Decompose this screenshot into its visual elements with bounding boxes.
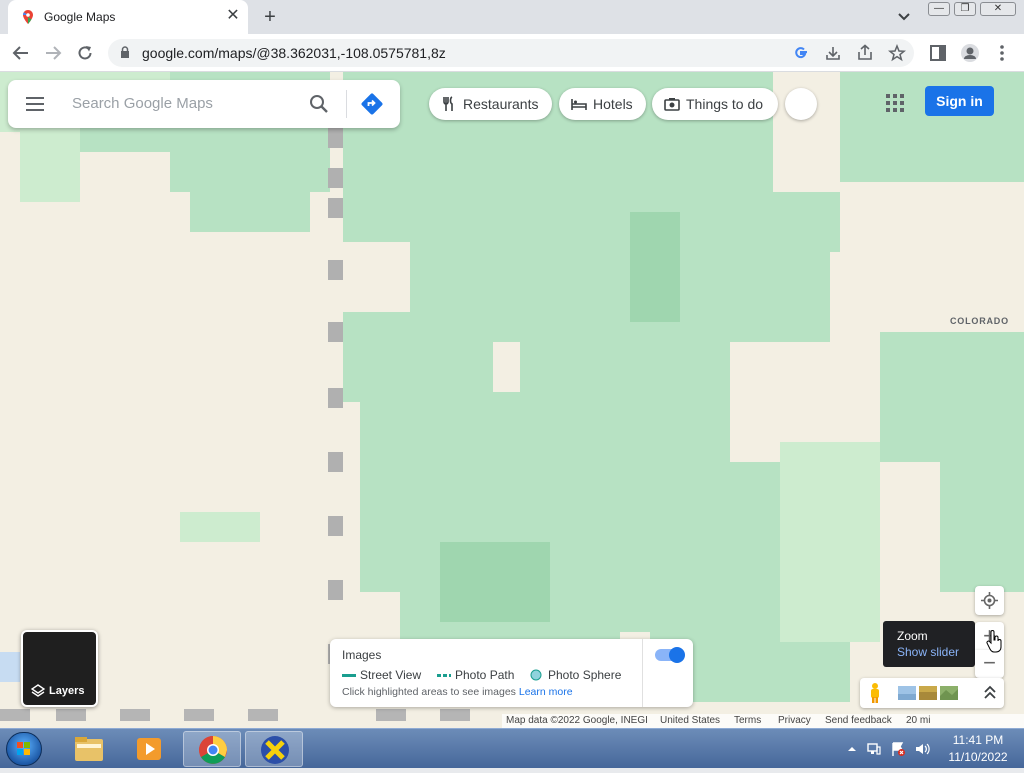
layers-button[interactable]: Layers — [21, 630, 98, 707]
bookmark-star-icon[interactable] — [888, 44, 906, 62]
map-bottom-controls — [860, 678, 1004, 708]
sign-in-button[interactable]: Sign in — [925, 86, 994, 116]
chip-things-to-do[interactable]: Things to do — [652, 88, 778, 120]
url-text: google.com/maps/@38.362031,-108.0575781,… — [142, 45, 446, 61]
browser-tab[interactable]: Google Maps ✕ — [8, 0, 248, 34]
images-hint: Click highlighted areas to see images Le… — [342, 686, 573, 698]
google-maps-favicon-icon — [23, 10, 33, 24]
zoom-tooltip: Zoom Show slider — [883, 621, 981, 667]
side-panel-icon[interactable] — [928, 43, 948, 63]
window-minimize-button[interactable]: — — [928, 2, 950, 16]
imagery-thumbnail-icon[interactable] — [919, 686, 937, 700]
chip-label: Restaurants — [463, 96, 539, 112]
sphere-dot-icon — [530, 669, 542, 681]
search-input[interactable]: Search Google Maps — [72, 95, 213, 112]
tab-search-chevron-icon[interactable] — [894, 8, 914, 26]
solid-line-icon — [342, 674, 356, 677]
imagery-thumbnail-icon[interactable] — [898, 686, 916, 700]
google-lens-icon[interactable] — [792, 44, 810, 62]
images-legend-panel: Images Street View Photo Path Photo Sphe… — [330, 639, 693, 707]
taskbar-media-player[interactable] — [120, 731, 178, 767]
country-link[interactable]: United States — [660, 715, 720, 726]
forward-button[interactable] — [40, 41, 66, 65]
hand-cursor-icon — [986, 630, 1002, 653]
taskbar-file-explorer[interactable] — [60, 731, 118, 767]
layers-icon — [31, 684, 45, 697]
chip-label: Hotels — [593, 96, 633, 112]
chrome-icon — [199, 736, 227, 764]
tray-expand-icon[interactable] — [844, 741, 860, 757]
lock-icon — [121, 46, 129, 58]
camera-icon — [664, 98, 680, 111]
windows-logo-icon — [17, 742, 30, 755]
images-toggle[interactable] — [655, 647, 685, 663]
taskbar-app-x[interactable] — [245, 731, 303, 767]
hamburger-menu-icon[interactable] — [24, 94, 46, 114]
map-attribution: Map data ©2022 Google, INEGI United Stat… — [502, 714, 1024, 728]
new-tab-button[interactable]: + — [258, 5, 282, 29]
x-app-icon — [261, 736, 289, 764]
map-state-label: COLORADO — [950, 316, 1009, 326]
expand-chevron-icon[interactable] — [982, 684, 998, 702]
reload-icon — [78, 46, 92, 60]
forward-arrow-icon — [46, 46, 62, 60]
directions-icon[interactable] — [360, 92, 384, 116]
learn-more-link[interactable]: Learn more — [519, 686, 573, 698]
action-center-flag-icon[interactable] — [890, 741, 906, 757]
privacy-link[interactable]: Privacy — [778, 715, 811, 726]
toggle-knob — [669, 647, 685, 663]
scale-label[interactable]: 20 mi — [906, 715, 930, 726]
search-divider — [346, 90, 347, 118]
show-slider-link[interactable]: Show slider — [897, 645, 959, 659]
chip-hotels[interactable]: Hotels — [559, 88, 646, 120]
fork-knife-icon — [443, 96, 453, 111]
share-icon[interactable] — [856, 44, 874, 62]
media-player-icon — [137, 738, 161, 760]
start-button[interactable] — [6, 732, 42, 766]
chip-more-button[interactable] — [785, 88, 817, 120]
map-canvas[interactable]: Search Google Maps Restaurants Hotels Th… — [0, 72, 1024, 728]
network-icon[interactable] — [866, 741, 882, 757]
tooltip-title: Zoom — [897, 629, 928, 643]
terms-link[interactable]: Terms — [734, 715, 761, 726]
more-menu-icon[interactable] — [992, 43, 1012, 63]
volume-icon[interactable] — [914, 741, 930, 757]
bed-icon — [571, 99, 587, 110]
reload-button[interactable] — [72, 41, 98, 65]
browser-tab-bar: Google Maps ✕ + — ❐ ✕ — [0, 0, 1024, 34]
os-taskbar: 11:41 PM 11/10/2022 — [0, 728, 1024, 768]
my-location-button[interactable] — [975, 586, 1004, 615]
tab-close-icon[interactable]: ✕ — [224, 6, 242, 26]
back-arrow-icon — [12, 46, 28, 60]
dashed-line-icon — [437, 674, 451, 677]
clock-time[interactable]: 11:41 PM — [938, 733, 1018, 747]
tab-title: Google Maps — [44, 10, 116, 24]
panel-divider — [642, 639, 643, 707]
back-button[interactable] — [8, 41, 34, 65]
browser-toolbar: google.com/maps/@38.362031,-108.0575781,… — [0, 34, 1024, 72]
send-feedback-link[interactable]: Send feedback — [825, 715, 892, 726]
taskbar-chrome[interactable] — [183, 731, 241, 767]
pegman-icon[interactable] — [868, 682, 882, 704]
zoom-out-button[interactable]: − — [975, 650, 1004, 678]
window-close-button[interactable]: ✕ — [980, 2, 1016, 16]
my-location-icon — [981, 592, 998, 609]
clock-date[interactable]: 11/10/2022 — [938, 750, 1018, 764]
layers-label: Layers — [49, 685, 85, 697]
google-apps-grid-icon[interactable] — [886, 94, 904, 112]
install-app-icon[interactable] — [824, 44, 842, 62]
map-data-text: Map data ©2022 Google, INEGI — [506, 715, 648, 726]
window-maximize-button[interactable]: ❐ — [954, 2, 976, 16]
chip-label: Things to do — [686, 96, 764, 112]
address-bar[interactable]: google.com/maps/@38.362031,-108.0575781,… — [108, 39, 914, 67]
images-hint-text: Click highlighted areas to see images — [342, 686, 516, 698]
chip-restaurants[interactable]: Restaurants — [429, 88, 552, 120]
search-box: Search Google Maps — [8, 80, 400, 128]
profile-avatar-icon[interactable] — [960, 43, 980, 63]
images-panel-title: Images — [342, 648, 382, 662]
imagery-thumbnail-icon[interactable] — [940, 686, 958, 700]
folder-icon — [75, 737, 103, 761]
search-icon[interactable] — [308, 93, 330, 115]
